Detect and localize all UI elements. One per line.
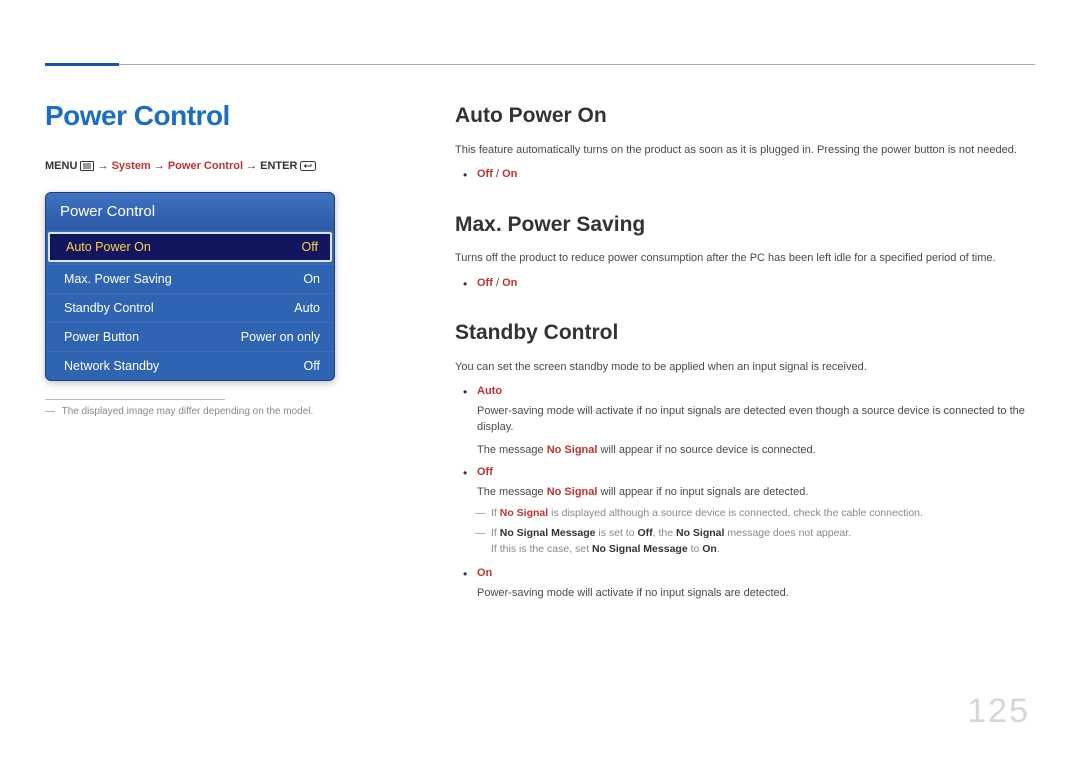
off: Off xyxy=(637,527,652,539)
osd-item-label: Max. Power Saving xyxy=(64,272,172,286)
option-off-on: Off / On xyxy=(477,275,1040,292)
no-signal: No Signal xyxy=(547,486,598,498)
no-signal: No Signal xyxy=(500,507,548,519)
osd-item-auto-power-on[interactable]: Auto Power On Off xyxy=(48,232,332,262)
text: If this is the case, set xyxy=(491,543,592,555)
heading-standby-control: Standby Control xyxy=(455,317,1040,349)
menu-icon xyxy=(80,161,94,174)
text: , the xyxy=(653,527,676,539)
page-title: Power Control xyxy=(45,100,405,132)
breadcrumb-power-control: Power Control xyxy=(168,160,243,172)
text: to xyxy=(688,543,703,555)
footnote-divider xyxy=(45,399,225,400)
no-signal-message: No Signal Message xyxy=(500,527,596,539)
osd-header: Power Control xyxy=(46,193,334,230)
no-signal: No Signal xyxy=(676,527,724,539)
on: On xyxy=(702,543,717,555)
osd-item-value: On xyxy=(303,272,320,286)
option-off: Off xyxy=(477,168,493,180)
breadcrumb-arrow: → xyxy=(246,160,257,172)
right-column: Auto Power On This feature automatically… xyxy=(455,100,1040,607)
osd-item-value: Auto xyxy=(294,301,320,315)
breadcrumb-enter: ENTER xyxy=(260,160,297,172)
option-off: Off The message No Signal will appear if… xyxy=(477,464,1040,557)
options-auto-power-on: Off / On xyxy=(455,166,1040,183)
dash-icon: ― xyxy=(45,406,55,417)
option-on: On Power-saving mode will activate if no… xyxy=(477,565,1040,601)
text: If xyxy=(491,527,500,539)
desc-standby-control: You can set the screen standby mode to b… xyxy=(455,359,1040,376)
footnote: ― The displayed image may differ dependi… xyxy=(45,406,405,417)
breadcrumb-menu: MENU xyxy=(45,160,77,172)
text: . xyxy=(717,543,720,555)
text: If xyxy=(491,507,500,519)
osd-item-max-power-saving[interactable]: Max. Power Saving On xyxy=(46,264,334,293)
heading-max-power-saving: Max. Power Saving xyxy=(455,209,1040,241)
breadcrumb-arrow: → xyxy=(98,160,109,172)
sep: / xyxy=(493,277,502,289)
text: The message xyxy=(477,444,547,456)
osd-item-value: Off xyxy=(302,240,318,254)
osd-item-power-button[interactable]: Power Button Power on only xyxy=(46,322,334,351)
options-max-power-saving: Off / On xyxy=(455,275,1040,292)
sep: / xyxy=(493,168,502,180)
osd-item-label: Network Standby xyxy=(64,359,159,373)
option-auto-desc-1: Power-saving mode will activate if no in… xyxy=(477,403,1040,436)
no-signal: No Signal xyxy=(547,444,598,456)
osd-item-label: Standby Control xyxy=(64,301,154,315)
footnote-text: The displayed image may differ depending… xyxy=(62,406,314,417)
text: will appear if no source device is conne… xyxy=(597,444,815,456)
breadcrumb-system: System xyxy=(112,160,151,172)
osd-item-value: Off xyxy=(304,359,320,373)
sub1: If No Signal is displayed although a sou… xyxy=(491,506,1040,522)
osd-item-network-standby[interactable]: Network Standby Off xyxy=(46,351,334,380)
option-auto: Auto Power-saving mode will activate if … xyxy=(477,383,1040,458)
heading-auto-power-on: Auto Power On xyxy=(455,100,1040,132)
text: will appear if no input signals are dete… xyxy=(597,486,808,498)
osd-item-standby-control[interactable]: Standby Control Auto xyxy=(46,293,334,322)
option-auto-desc-2: The message No Signal will appear if no … xyxy=(477,442,1040,459)
text: is displayed although a source device is… xyxy=(548,507,923,519)
no-signal-message: No Signal Message xyxy=(592,543,688,555)
option-auto-label: Auto xyxy=(477,385,502,397)
left-column: Power Control MENU → System → Power Cont… xyxy=(45,100,405,417)
osd-item-label: Power Button xyxy=(64,330,139,344)
text: message does not appear. xyxy=(724,527,851,539)
text: The message xyxy=(477,486,547,498)
text: is set to xyxy=(595,527,637,539)
breadcrumb: MENU → System → Power Control → ENTER xyxy=(45,160,405,174)
top-rule-accent xyxy=(45,63,119,66)
option-off-sublist: If No Signal is displayed although a sou… xyxy=(477,506,1040,557)
option-off-desc: The message No Signal will appear if no … xyxy=(477,484,1040,501)
top-rule xyxy=(45,64,1035,65)
option-on-desc: Power-saving mode will activate if no in… xyxy=(477,585,1040,602)
option-on-label: On xyxy=(477,567,492,579)
desc-max-power-saving: Turns off the product to reduce power co… xyxy=(455,250,1040,267)
desc-auto-power-on: This feature automatically turns on the … xyxy=(455,142,1040,159)
osd-item-value: Power on only xyxy=(241,330,320,344)
page-number: 125 xyxy=(967,692,1030,731)
sub2: If No Signal Message is set to Off, the … xyxy=(491,526,1040,558)
options-standby-control: Auto Power-saving mode will activate if … xyxy=(455,383,1040,601)
option-off-label: Off xyxy=(477,466,493,478)
osd-panel: Power Control Auto Power On Off Max. Pow… xyxy=(45,192,335,381)
enter-icon xyxy=(300,161,316,174)
breadcrumb-arrow: → xyxy=(154,160,165,172)
option-off-on: Off / On xyxy=(477,166,1040,183)
option-on: On xyxy=(502,168,517,180)
option-on: On xyxy=(502,277,517,289)
option-off: Off xyxy=(477,277,493,289)
osd-item-label: Auto Power On xyxy=(66,240,151,254)
